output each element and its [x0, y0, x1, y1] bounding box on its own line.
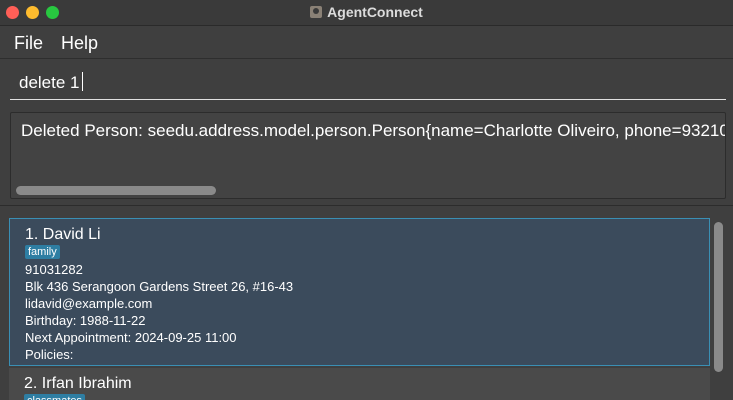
- person-card-selected[interactable]: 1. David Li family 91031282 Blk 436 Sera…: [9, 218, 710, 366]
- app-icon: [310, 6, 323, 18]
- menu-help[interactable]: Help: [61, 33, 98, 54]
- command-text: delete 1: [19, 73, 80, 92]
- person-email: lidavid@example.com: [25, 296, 153, 311]
- text-caret: [81, 72, 83, 91]
- person-phone: 91031282: [25, 262, 83, 277]
- vertical-scrollbar-thumb[interactable]: [714, 222, 723, 372]
- horizontal-scrollbar[interactable]: [16, 186, 216, 195]
- vertical-scrollbar-track[interactable]: [712, 218, 726, 400]
- result-display: Deleted Person: seedu.address.model.pers…: [10, 112, 726, 199]
- person-birthday: Birthday: 1988-11-22: [25, 313, 146, 328]
- command-input-box[interactable]: delete 1: [10, 64, 726, 100]
- title-bar: AgentConnect: [0, 0, 733, 26]
- person-address: Blk 436 Serangoon Gardens Street 26, #16…: [25, 279, 294, 294]
- window-title: AgentConnect: [327, 4, 423, 20]
- person-tag: classmates: [24, 394, 86, 400]
- command-input[interactable]: delete 1: [19, 72, 83, 93]
- menu-bar: File Help: [0, 27, 733, 59]
- person-appointment: Next Appointment: 2024-09-25 11:00: [25, 330, 237, 345]
- menu-file[interactable]: File: [14, 33, 43, 54]
- app-window: AgentConnect File Help delete 1 Deleted …: [0, 0, 733, 400]
- person-policies: Policies:: [25, 347, 74, 362]
- person-card[interactable]: 2. Irfan Ibrahim classmates: [9, 368, 710, 400]
- person-list-panel: 1. David Li family 91031282 Blk 436 Sera…: [0, 205, 733, 400]
- result-text: Deleted Person: seedu.address.model.pers…: [21, 121, 726, 140]
- person-name: 1. David Li: [25, 226, 101, 243]
- person-name: 2. Irfan Ibrahim: [24, 375, 132, 392]
- person-tag: family: [25, 245, 60, 259]
- window-title-group: AgentConnect: [0, 4, 733, 20]
